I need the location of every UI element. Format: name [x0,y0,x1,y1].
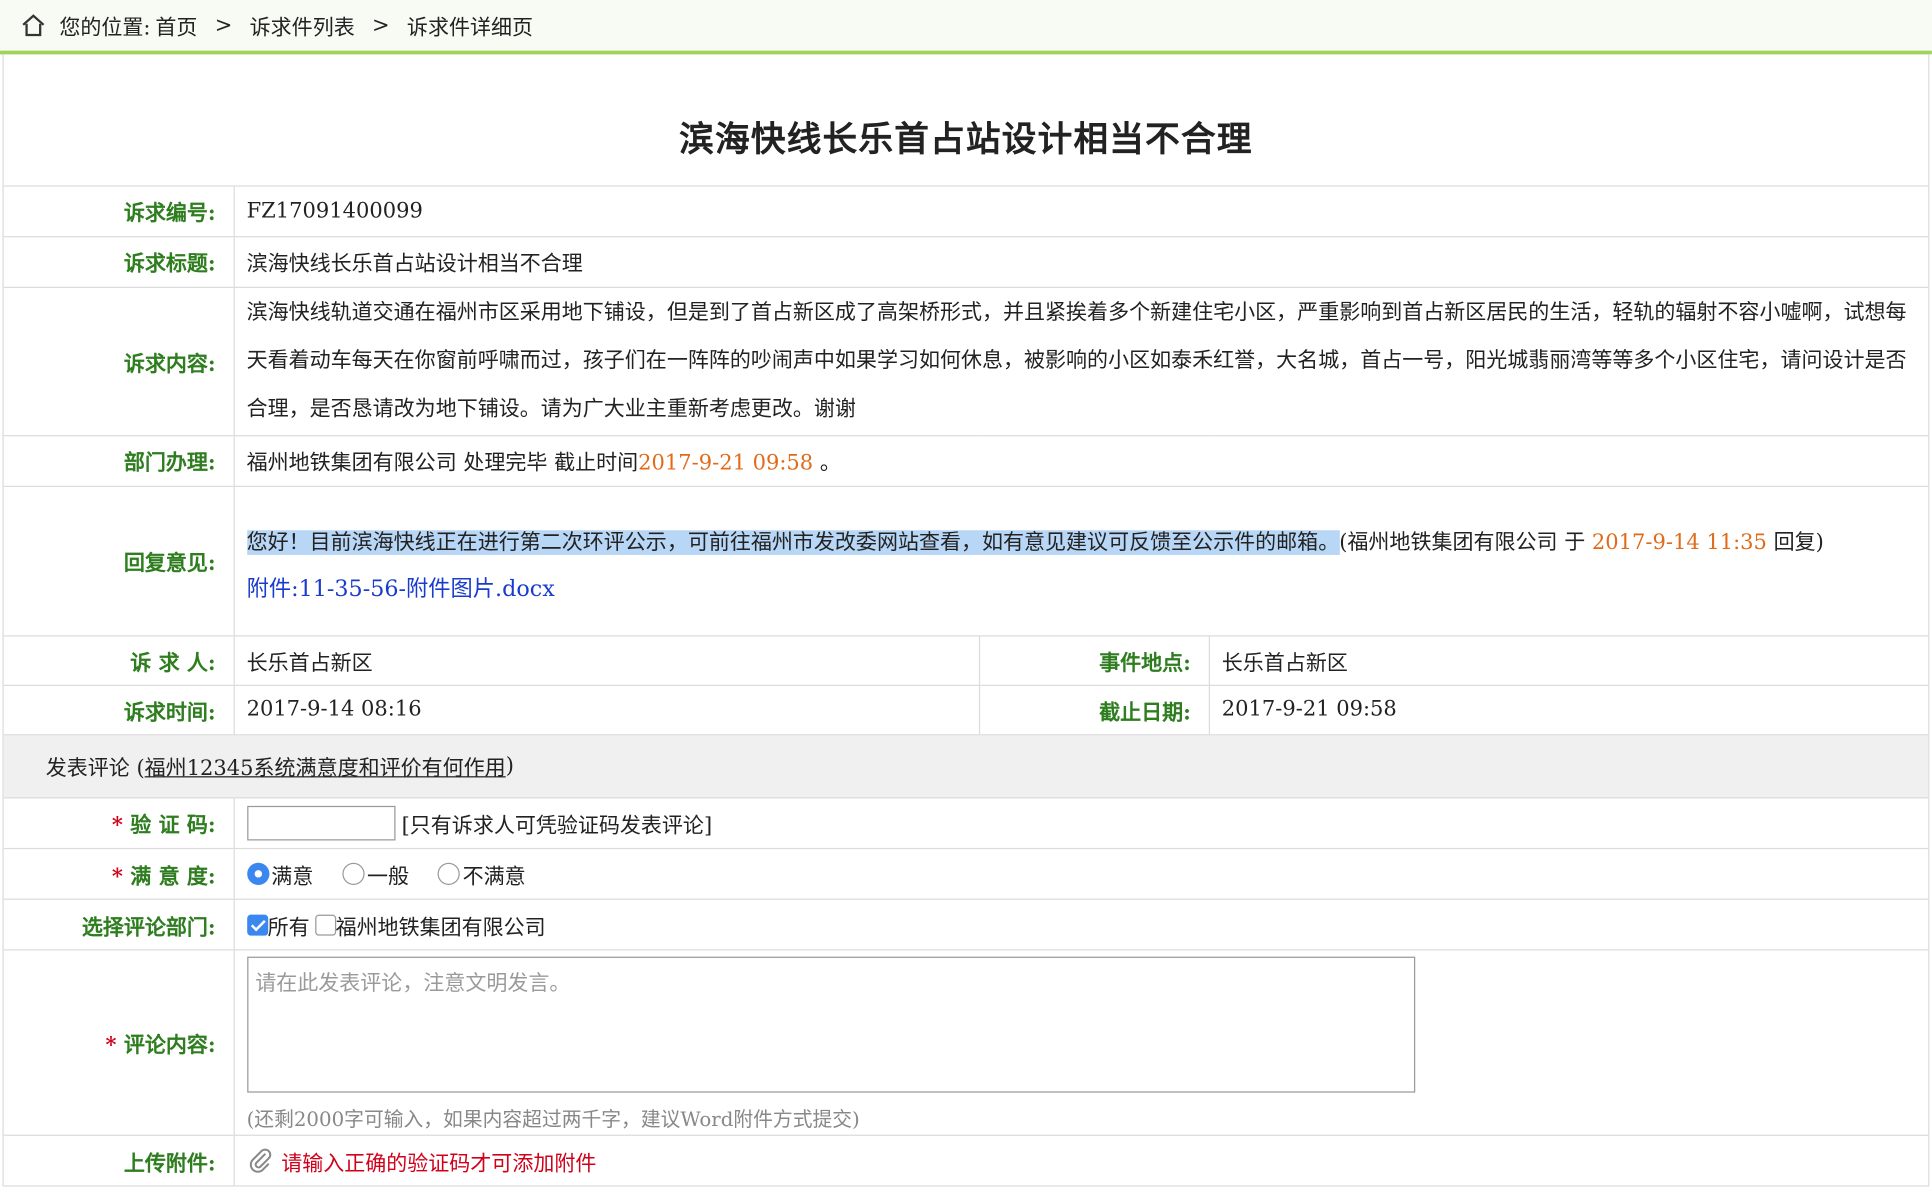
all-label[interactable]: 所有 [268,915,310,940]
number-label: 诉求编号: [3,186,235,237]
detail-container: 滨海快线长乐首占站设计相当不合理 诉求编号: FZ17091400099 诉求标… [2,54,1930,1187]
comment-section-header: 发表评论 (福州12345系统满意度和评价有何作用) [3,734,1929,798]
content-value: 滨海快线轨道交通在福州市区采用地下铺设，但是到了首占新区成了高架桥形式，并且紧挨… [233,286,1929,436]
comment-content-label-cell: * 评论内容: [3,949,235,1136]
row-time: 诉求时间: 2017-9-14 08:16 截止日期: 2017-9-21 09… [3,684,1929,735]
paperclip-icon[interactable] [247,1147,274,1174]
time-label: 诉求时间: [3,684,235,735]
time-value: 2017-9-14 08:16 [233,684,979,735]
code-label: 验 证 码: [130,813,216,839]
dept-value: 福州地铁集团有限公司 处理完毕 截止时间2017-9-21 09:58 。 [233,435,1929,487]
deadline-label: 截止日期: [978,684,1210,735]
upload-cell: 请输入正确的验证码才可添加附件 [233,1135,1929,1187]
breadcrumb-separator: > [372,12,390,38]
reply-label: 回复意见: [3,485,235,636]
subject-value: 滨海快线长乐首占站设计相当不合理 [233,236,1929,288]
breadcrumb-prefix: 您的位置: [59,16,151,41]
row-code: * 验 证 码: [只有诉求人可凭验证码发表评论] [3,797,1929,850]
row-subject: 诉求标题: 滨海快线长乐首占站设计相当不合理 [3,236,1929,288]
satisfied-label[interactable]: 满意 [271,865,313,890]
upload-warning: 请输入正确的验证码才可添加附件 [281,1151,597,1177]
reply-body: 您好！目前滨海快线正在进行第二次环评公示，可前往福州市发改委网站查看，如有意见建… [246,518,1911,569]
row-satisfaction: * 满 意 度: 满意 一般 不满意 [3,848,1929,900]
row-dept-select: 选择评论部门: 所有 福州地铁集团有限公司 [3,899,1929,951]
attachment-link[interactable]: 附件:11-35-56-附件图片.docx [247,576,555,602]
metro-group-label[interactable]: 福州地铁集团有限公司 [336,915,546,940]
required-mark: * [105,1033,117,1059]
satisfaction-info-link[interactable]: 福州12345系统满意度和评价有何作用 [145,750,506,781]
code-label-cell: * 验 证 码: [3,797,235,850]
row-upload: 上传附件: 请输入正确的验证码才可添加附件 [3,1135,1929,1187]
radio-unsatisfied[interactable] [437,862,461,885]
row-comment-content: *评论内容: (还剩2000字可输入，如果内容超过两千字，建议Word附件方式提… [3,949,1929,1136]
detail-table: 诉求编号: FZ17091400099 诉求标题: 滨海快线长乐首占站设计相当不… [3,186,1929,735]
row-petitioner: 诉 求 人: 长乐首占新区 事件地点: 长乐首占新区 [3,635,1929,686]
number-value: FZ17091400099 [233,186,1929,237]
breadcrumb: 您的位置: 首页 > 诉求件列表 > 诉求件详细页 [0,0,1932,55]
reply-by-suffix: 回复) [1766,530,1824,555]
dept-label: 部门办理: [3,435,235,487]
reply-text: 您好！目前滨海快线正在进行第二次环评公示，可前往福州市发改委网站查看，如有意见建… [246,530,1340,555]
breadcrumb-list[interactable]: 诉求件列表 [250,10,355,41]
dept-suffix: 。 [813,451,841,476]
radio-neutral[interactable] [342,862,365,885]
satisfaction-label: 满 意 度: [130,864,216,890]
satisfaction-cell: 满意 一般 不满意 [233,848,1929,900]
home-icon[interactable] [20,12,47,39]
checkbox-metro-group[interactable] [314,914,336,936]
page-title: 滨海快线长乐首占站设计相当不合理 [679,118,1253,160]
comment-form: * 验 证 码: [只有诉求人可凭验证码发表评论] * 满 意 度: 满意 一般 不… [3,797,1929,1187]
code-cell: [只有诉求人可凭验证码发表评论] [233,797,1929,850]
reply-value: 您好！目前滨海快线正在进行第二次环评公示，可前往福州市发改委网站查看，如有意见建… [233,485,1929,636]
comment-content-cell: (还剩2000字可输入，如果内容超过两千字，建议Word附件方式提交) [233,949,1929,1136]
deadline-value: 2017-9-21 09:58 [1208,684,1929,735]
comment-char-hint: (还剩2000字可输入，如果内容超过两千字，建议Word附件方式提交) [246,1106,860,1131]
checkbox-all[interactable] [246,914,268,936]
petitioner-label: 诉 求 人: [3,635,235,686]
breadcrumb-current: 诉求件详细页 [406,16,534,41]
dept-deadline: 2017-9-21 09:58 [638,451,814,476]
comment-section-title: 发表评论 ( [45,756,145,782]
unsatisfied-label[interactable]: 不满意 [463,865,526,890]
subject-label: 诉求标题: [3,236,235,288]
dept-select-cell: 所有 福州地铁集团有限公司 [233,899,1929,951]
comment-textarea[interactable] [246,956,1415,1093]
page: 您的位置: 首页 > 诉求件列表 > 诉求件详细页 滨海快线长乐首占站设计相当不… [0,0,1932,1187]
dept-select-label: 选择评论部门: [3,899,235,951]
verification-code-input[interactable] [246,805,395,841]
dept-text: 福州地铁集团有限公司 处理完毕 截止时间 [246,451,639,476]
neutral-label[interactable]: 一般 [367,865,409,890]
comment-section-close: ) [505,753,514,779]
content-label: 诉求内容: [3,286,235,436]
comment-content-label: 评论内容: [123,1033,216,1059]
row-number: 诉求编号: FZ17091400099 [3,186,1929,237]
location-value: 长乐首占新区 [1208,635,1929,686]
satisfaction-label-cell: * 满 意 度: [3,848,235,900]
reply-by-prefix: (福州地铁集团有限公司 于 [1339,530,1592,555]
row-content: 诉求内容: 滨海快线轨道交通在福州市区采用地下铺设，但是到了首占新区成了高架桥形… [3,286,1929,436]
reply-time: 2017-9-14 11:35 [1591,530,1767,555]
radio-satisfied[interactable] [246,862,269,885]
row-reply: 回复意见: 您好！目前滨海快线正在进行第二次环评公示，可前往福州市发改委网站查看… [3,485,1929,636]
breadcrumb-separator: > [214,12,233,38]
row-dept: 部门办理: 福州地铁集团有限公司 处理完毕 截止时间2017-9-21 09:5… [3,435,1929,487]
required-mark: * [111,813,123,839]
title-row: 滨海快线长乐首占站设计相当不合理 [3,54,1929,187]
breadcrumb-home[interactable]: 首页 [155,10,197,41]
location-label: 事件地点: [978,635,1210,686]
code-hint: [只有诉求人可凭验证码发表评论] [401,813,713,839]
required-mark: * [111,864,123,890]
upload-label: 上传附件: [3,1135,235,1187]
petitioner-value: 长乐首占新区 [233,635,979,686]
